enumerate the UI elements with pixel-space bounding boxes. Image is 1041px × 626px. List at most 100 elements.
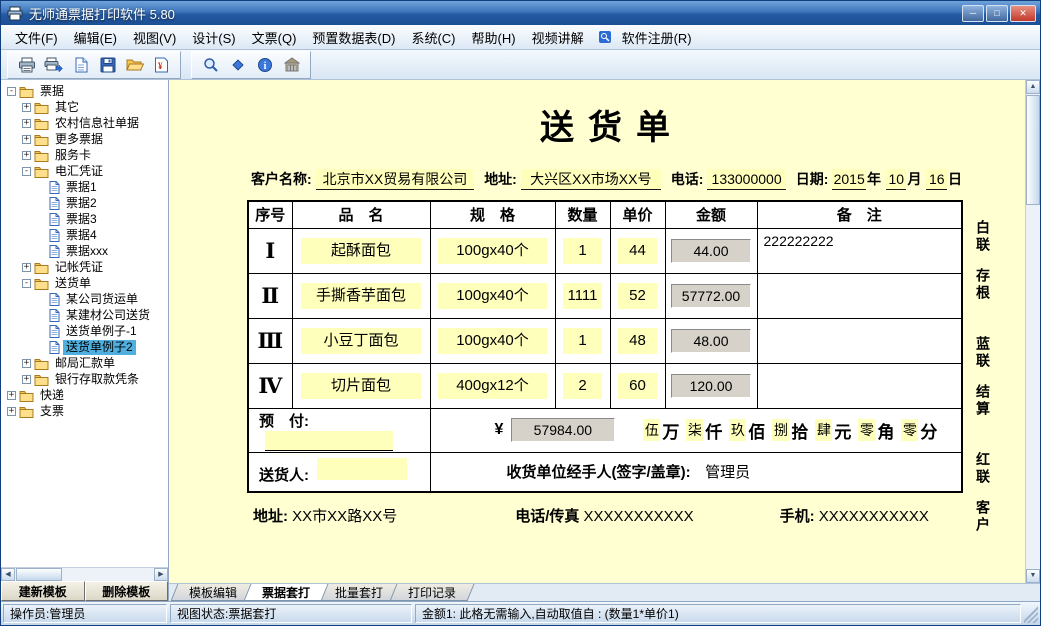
customer-input[interactable]: 北京市XX贸易有限公司 (316, 169, 475, 190)
tree-item[interactable]: +更多票据 (1, 131, 168, 147)
item-qty-input[interactable]: 2 (563, 373, 603, 399)
phone-input[interactable]: 133000000 (707, 169, 785, 190)
menu-item-5[interactable]: 预置数据表(D) (304, 25, 403, 50)
tree-item[interactable]: 票据xxx (1, 243, 168, 259)
title-bar[interactable]: 无师通票据打印软件 5.80 ─ □ ✕ (1, 1, 1040, 25)
item-price-input[interactable]: 44 (618, 238, 658, 264)
zoom-button[interactable] (198, 54, 223, 76)
item-price-input[interactable]: 48 (618, 328, 658, 354)
expand-icon[interactable]: + (22, 375, 31, 384)
expand-icon[interactable]: + (22, 103, 31, 112)
menu-item-7[interactable]: 帮助(H) (464, 25, 524, 50)
scroll-left-button[interactable]: ◀ (1, 568, 15, 581)
item-remark-input[interactable]: 222222222 (757, 228, 962, 273)
expand-icon[interactable]: + (7, 391, 16, 400)
date-day-input[interactable]: 16 (926, 169, 947, 190)
expand-icon[interactable]: + (22, 359, 31, 368)
deliverer-input[interactable] (317, 458, 407, 480)
expand-icon[interactable]: + (22, 119, 31, 128)
main-vscrollbar[interactable]: ▲ ▼ (1025, 80, 1040, 583)
tree-item[interactable]: 票据3 (1, 211, 168, 227)
menu-item-6[interactable]: 系统(C) (403, 25, 463, 50)
new-doc-button[interactable] (68, 54, 93, 76)
menu-item-2[interactable]: 视图(V) (125, 25, 184, 50)
tree-item[interactable]: 票据2 (1, 195, 168, 211)
tree-item[interactable]: -电汇凭证 (1, 163, 168, 179)
resize-grip[interactable] (1024, 604, 1038, 623)
close-button[interactable]: ✕ (1010, 5, 1036, 22)
item-remark-input[interactable] (757, 273, 962, 318)
delete-template-button[interactable]: 删除模板 (85, 581, 169, 601)
date-year-input[interactable]: 2015 (832, 169, 866, 190)
item-name-input[interactable]: 切片面包 (301, 373, 422, 399)
collapse-icon[interactable]: - (22, 167, 31, 176)
scroll-down-button[interactable]: ▼ (1026, 569, 1040, 583)
info-button[interactable]: i (252, 54, 277, 76)
view-tab-1[interactable]: 票据套打 (244, 584, 329, 601)
menu-item-9[interactable]: 软件注册(R) (614, 25, 700, 50)
tree-item[interactable]: +农村信息社单据 (1, 115, 168, 131)
tree-item[interactable]: -送货单 (1, 275, 168, 291)
prepaid-input[interactable] (265, 431, 393, 451)
minimize-button[interactable]: ─ (962, 5, 984, 22)
view-tab-3[interactable]: 打印记录 (390, 584, 475, 601)
print-button[interactable] (14, 54, 39, 76)
date-month-input[interactable]: 10 (886, 169, 907, 190)
view-tab-2[interactable]: 批量套打 (317, 584, 402, 601)
tree-item[interactable]: +其它 (1, 99, 168, 115)
tree-item[interactable]: +快递 (1, 387, 168, 403)
new-template-button[interactable]: 建新模板 (1, 581, 85, 601)
tree-item[interactable]: 某公司货运单 (1, 291, 168, 307)
item-qty-input[interactable]: 1111 (563, 283, 603, 309)
item-price-input[interactable]: 52 (618, 283, 658, 309)
item-name-input[interactable]: 手撕香芋面包 (301, 283, 422, 309)
tree-item[interactable]: 送货单例子2 (1, 339, 168, 355)
hscroll-thumb[interactable] (16, 568, 62, 581)
tree-item[interactable]: +邮局汇款单 (1, 355, 168, 371)
maximize-button[interactable]: □ (986, 5, 1008, 22)
address-input[interactable]: 大兴区XX市场XX号 (521, 169, 661, 190)
collapse-icon[interactable]: - (22, 279, 31, 288)
open-button[interactable] (122, 54, 147, 76)
menu-item-3[interactable]: 设计(S) (184, 25, 243, 50)
print-setup-button[interactable] (41, 54, 66, 76)
item-name-input[interactable]: 起酥面包 (301, 238, 422, 264)
item-spec-input[interactable]: 100gx40个 (438, 328, 547, 354)
vscroll-thumb[interactable] (1026, 95, 1040, 205)
menu-item-8[interactable]: 视频讲解 (524, 25, 592, 50)
item-price-input[interactable]: 60 (618, 373, 658, 399)
scroll-up-button[interactable]: ▲ (1026, 80, 1040, 94)
menu-item-4[interactable]: 文票(Q) (244, 25, 305, 50)
item-qty-input[interactable]: 1 (563, 328, 603, 354)
item-name-input[interactable]: 小豆丁面包 (301, 328, 422, 354)
menu-item-1[interactable]: 编辑(E) (66, 25, 125, 50)
scroll-right-button[interactable]: ▶ (154, 568, 168, 581)
expand-icon[interactable]: + (7, 407, 16, 416)
item-spec-input[interactable]: 400gx12个 (438, 373, 547, 399)
tag-button[interactable] (225, 54, 250, 76)
item-qty-input[interactable]: 1 (563, 238, 603, 264)
sidebar-hscrollbar[interactable]: ◀ ▶ (1, 567, 168, 581)
building-button[interactable] (279, 54, 304, 76)
tree-item[interactable]: +银行存取款凭条 (1, 371, 168, 387)
tree-item[interactable]: 票据1 (1, 179, 168, 195)
save-button[interactable] (95, 54, 120, 76)
tree-item[interactable]: 送货单例子-1 (1, 323, 168, 339)
item-remark-input[interactable] (757, 363, 962, 408)
expand-icon[interactable]: + (22, 263, 31, 272)
tree-item[interactable]: +服务卡 (1, 147, 168, 163)
tree-item[interactable]: +支票 (1, 403, 168, 419)
tree-item[interactable]: 某建材公司送货 (1, 307, 168, 323)
expand-icon[interactable]: + (22, 135, 31, 144)
item-spec-input[interactable]: 100gx40个 (438, 283, 547, 309)
report-button[interactable]: ¥ (149, 54, 174, 76)
tree-item[interactable]: +记帐凭证 (1, 259, 168, 275)
view-tab-0[interactable]: 模板编辑 (171, 584, 256, 601)
tree-item[interactable]: -票据 (1, 83, 168, 99)
expand-icon[interactable]: + (22, 151, 31, 160)
menu-item-0[interactable]: 文件(F) (7, 25, 66, 50)
item-remark-input[interactable] (757, 318, 962, 363)
collapse-icon[interactable]: - (7, 87, 16, 96)
tree-item[interactable]: 票据4 (1, 227, 168, 243)
item-spec-input[interactable]: 100gx40个 (438, 238, 547, 264)
